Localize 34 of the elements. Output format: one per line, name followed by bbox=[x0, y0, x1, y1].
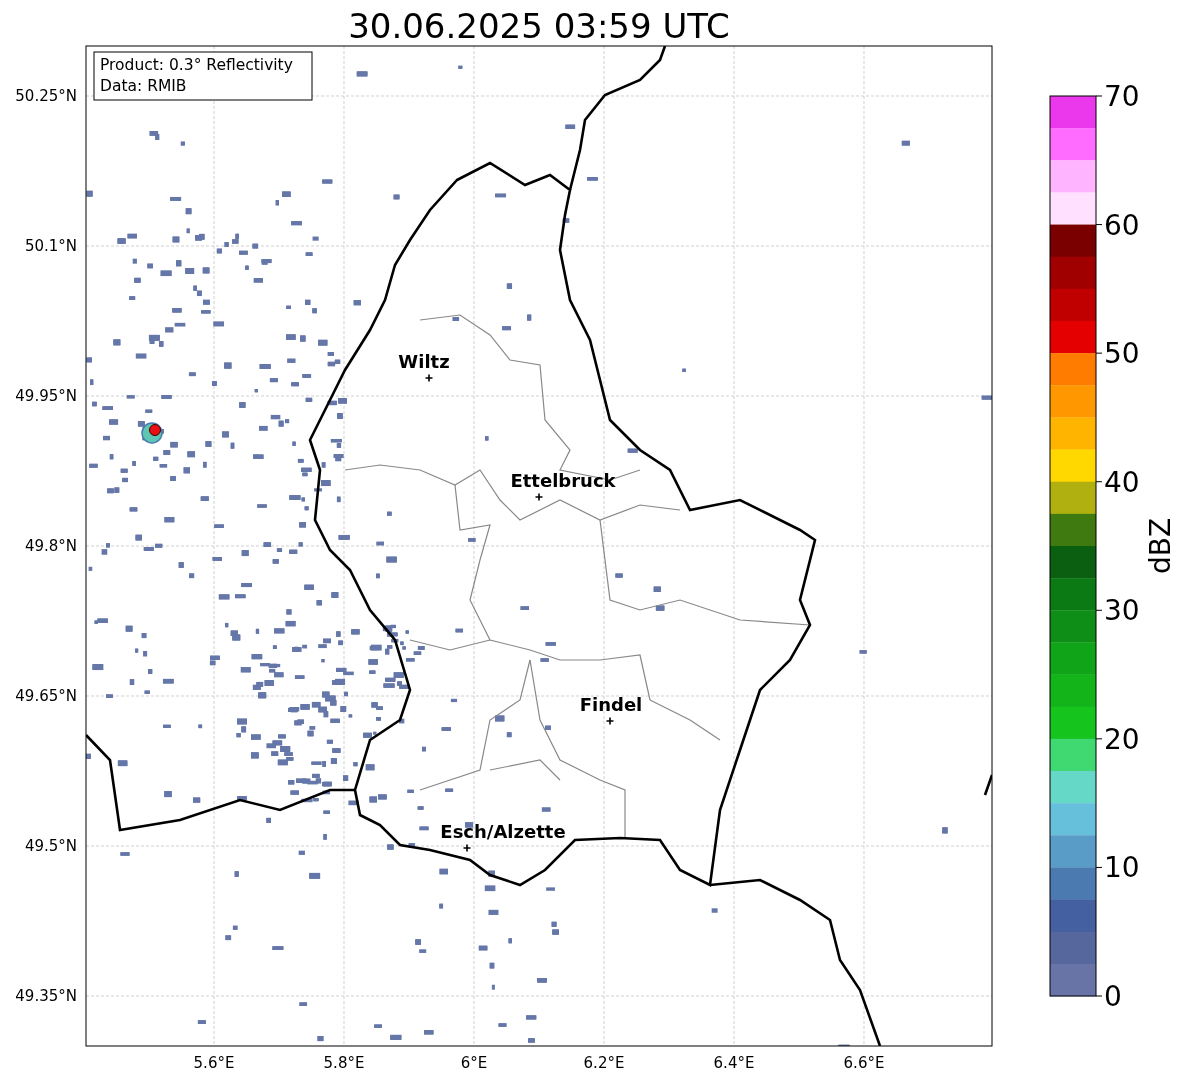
colorbar-tick-label: 30 bbox=[1104, 594, 1140, 628]
colorbar-tick-label: 20 bbox=[1104, 722, 1140, 756]
city-label: Findel bbox=[579, 694, 643, 715]
lat-tick-label: 49.5°N bbox=[24, 837, 77, 855]
city-marker-icon bbox=[462, 843, 472, 853]
colorbar-tick-label: 10 bbox=[1104, 851, 1140, 885]
colorbar-tick-label: 50 bbox=[1104, 337, 1140, 371]
city-label: Esch/Alzette bbox=[440, 821, 566, 842]
colorbar-tick-label: 60 bbox=[1104, 208, 1140, 242]
lon-tick-label: 6.4°E bbox=[713, 1054, 755, 1072]
city-marker-icon bbox=[424, 373, 434, 383]
lat-tick-label: 49.65°N bbox=[15, 687, 77, 705]
city-label: Wiltz bbox=[398, 351, 450, 372]
colorbar-label: dBZ bbox=[1144, 517, 1177, 575]
chart-title: 30.06.2025 03:59 UTC bbox=[348, 6, 730, 46]
colorbar-tick-label: 0 bbox=[1104, 980, 1122, 1013]
lon-tick-label: 6.6°E bbox=[843, 1054, 885, 1072]
city-marker-icon bbox=[605, 716, 615, 726]
city-label: Ettelbruck bbox=[510, 470, 616, 491]
colorbar-tick-label: 40 bbox=[1104, 465, 1140, 499]
lon-tick-label: 5.6°E bbox=[193, 1054, 235, 1072]
lon-tick-label: 5.8°E bbox=[323, 1054, 365, 1072]
colorbar-tick-label: 70 bbox=[1104, 80, 1140, 113]
radar-site-icon bbox=[141, 422, 163, 444]
lat-tick-label: 49.8°N bbox=[24, 537, 77, 555]
lat-tick-label: 49.35°N bbox=[15, 987, 77, 1005]
lon-tick-label: 6.2°E bbox=[583, 1054, 625, 1072]
lat-tick-label: 49.95°N bbox=[15, 387, 77, 405]
info-text: Product: 0.3° Reflectivity bbox=[100, 56, 293, 74]
city-marker-icon bbox=[534, 492, 544, 502]
lon-tick-label: 6°E bbox=[460, 1054, 488, 1072]
lat-tick-label: 50.25°N bbox=[15, 87, 77, 105]
info-text: Data: RMIB bbox=[100, 77, 187, 95]
lat-tick-label: 50.1°N bbox=[24, 237, 77, 255]
